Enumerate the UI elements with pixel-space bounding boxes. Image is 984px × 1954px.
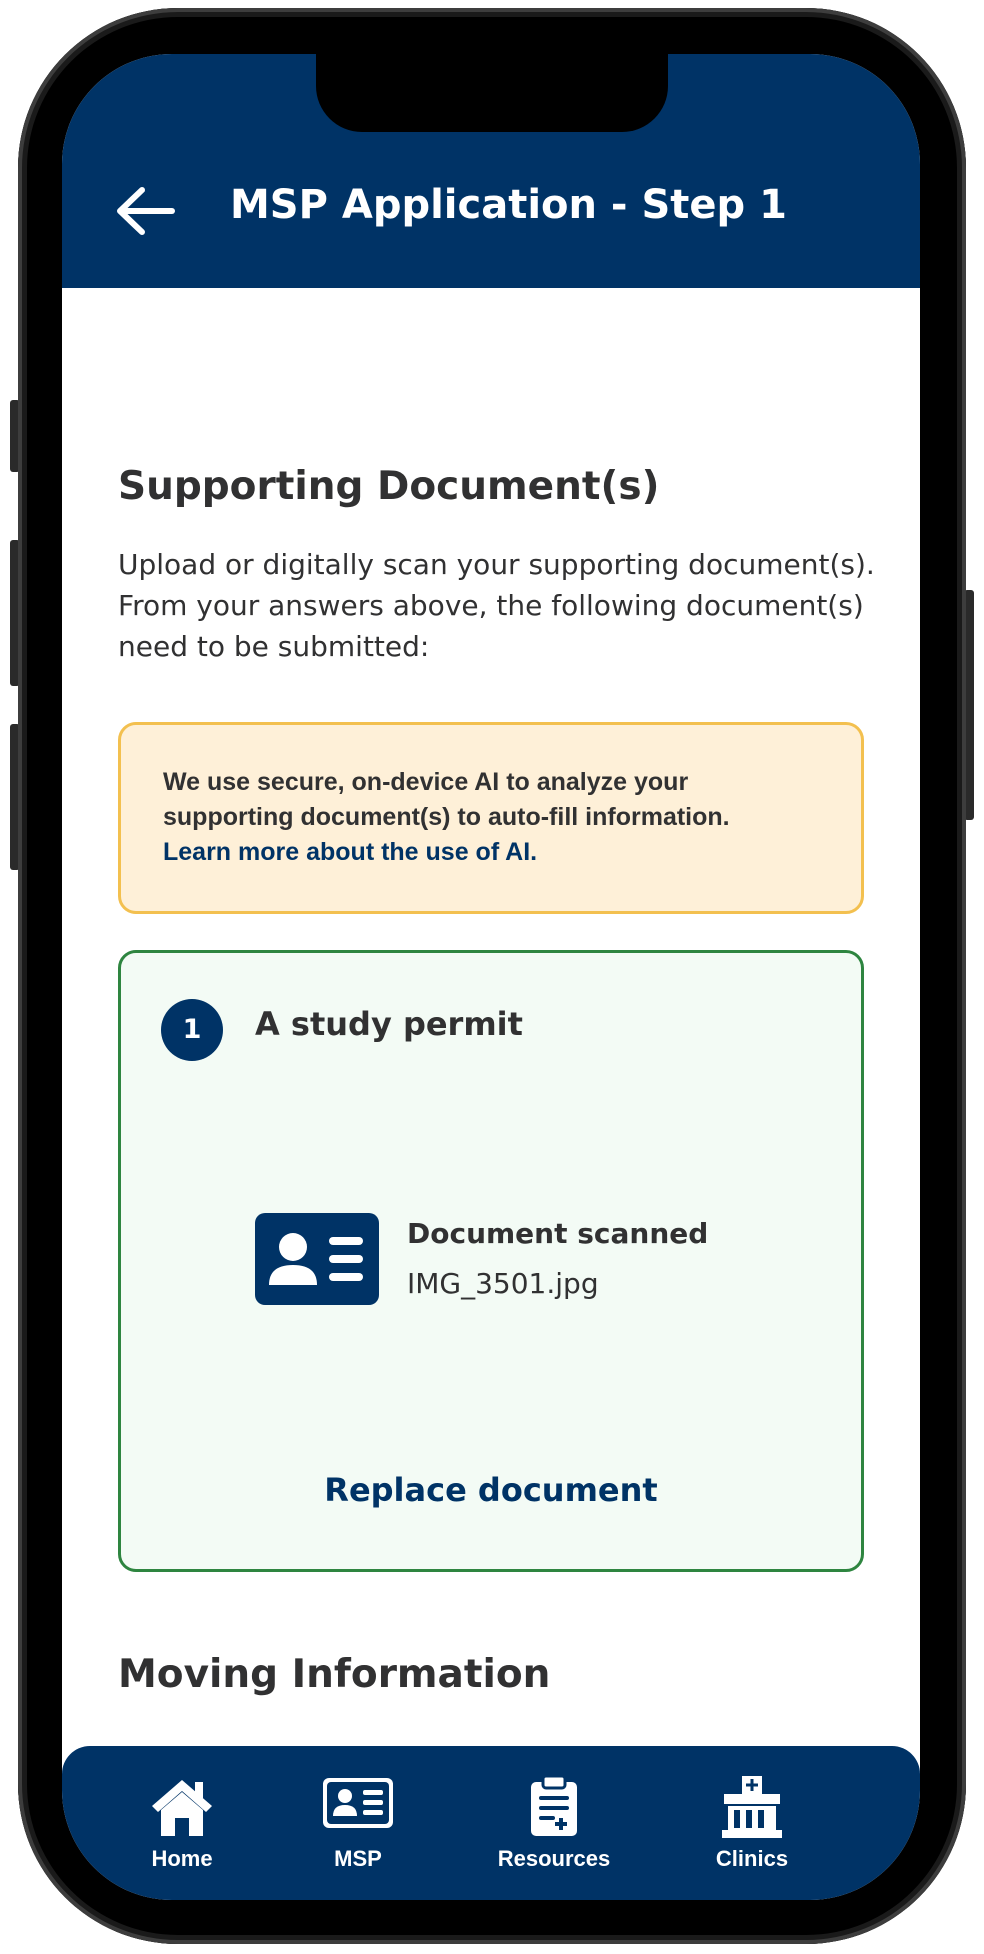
phone-screen: MSP Application - Step 1 Supporting Docu… xyxy=(62,54,920,1900)
nav-label-clinics: Clinics xyxy=(715,1846,789,1871)
home-icon xyxy=(152,1780,212,1836)
ai-notice: We use secure, on-device AI to analyze y… xyxy=(118,722,864,914)
scan-status: Document scanned xyxy=(407,1217,709,1250)
nav-item-home[interactable]: Home xyxy=(102,1776,262,1886)
clinic-icon xyxy=(722,1776,782,1838)
learn-more-ai-link[interactable]: Learn more about the use of AI. xyxy=(163,835,821,870)
supporting-documents-description: Upload or digitally scan your supporting… xyxy=(118,548,875,663)
id-card-icon xyxy=(323,1778,393,1828)
id-card-icon xyxy=(255,1213,379,1305)
nav-label-msp: MSP xyxy=(334,1846,382,1871)
step-number-badge: 1 xyxy=(161,999,223,1061)
clipboard-icon xyxy=(531,1776,577,1836)
phone-notch xyxy=(316,54,668,132)
main-content: Supporting Document(s) Upload or digital… xyxy=(62,274,920,1788)
nav-item-clinics[interactable]: Clinics xyxy=(672,1776,832,1886)
arrow-left-icon[interactable] xyxy=(114,186,176,236)
ai-notice-text: We use secure, on-device AI to analyze y… xyxy=(163,768,730,831)
replace-document-button[interactable]: Replace document xyxy=(121,1471,861,1509)
document-card: 1 A study permit Document scanned IMG_35… xyxy=(118,950,864,1572)
page-title: MSP Application - Step 1 xyxy=(230,182,787,228)
file-name: IMG_3501.jpg xyxy=(407,1267,599,1300)
nav-label-resources: Resources xyxy=(497,1846,611,1871)
document-name: A study permit xyxy=(255,1005,523,1043)
supporting-documents-title: Supporting Document(s) xyxy=(118,464,660,509)
page: MSP Application - Step 1 Supporting Docu… xyxy=(0,0,984,1954)
nav-label-home: Home xyxy=(151,1846,213,1871)
nav-item-msp[interactable]: MSP xyxy=(278,1776,438,1886)
bottom-nav: Home MSP Resources Clinics xyxy=(62,1746,920,1900)
moving-information-title: Moving Information xyxy=(118,1652,551,1697)
nav-item-resources[interactable]: Resources xyxy=(474,1776,634,1886)
